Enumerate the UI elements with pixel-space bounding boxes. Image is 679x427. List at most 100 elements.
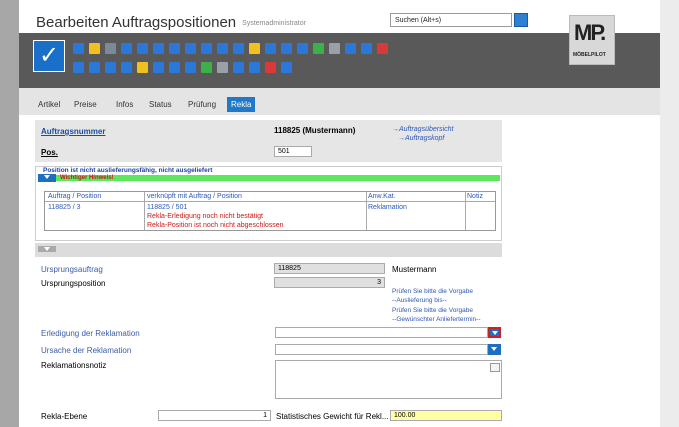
- search-input[interactable]: Suchen (Alt+s): [390, 13, 512, 27]
- gewicht-field[interactable]: 100.00: [390, 410, 502, 421]
- section-header: [35, 243, 502, 257]
- group-icon[interactable]: [249, 43, 260, 54]
- link-auftragskopf[interactable]: →Auftragskopf: [398, 135, 444, 142]
- ursache-dropdown-button[interactable]: [488, 344, 501, 355]
- tab-infos[interactable]: Infos: [112, 97, 137, 112]
- right-scroll-strip[interactable]: [660, 0, 679, 427]
- chevron-down-icon: [492, 331, 498, 335]
- pruefen-hint-2: Prüfen Sie bitte die Vorgabe: [392, 307, 473, 314]
- pen-icon[interactable]: [121, 62, 132, 73]
- table-divider: [465, 192, 466, 230]
- gewicht-label: Statistisches Gewicht für Rekl...: [276, 412, 389, 421]
- pos-field[interactable]: 501: [274, 146, 312, 157]
- ursprungsauftrag-label: Ursprungsauftrag: [41, 265, 103, 274]
- doc-yellow-icon[interactable]: [89, 43, 100, 54]
- table-row-verknuepft[interactable]: 118825 / 501: [147, 204, 187, 211]
- hint-label: Wichtiger Hinweis!: [60, 175, 114, 181]
- note-icon[interactable]: [490, 363, 500, 372]
- table-icon[interactable]: [281, 62, 292, 73]
- globe-icon[interactable]: [217, 62, 228, 73]
- col-verknuepft: verknüpft mit Auftrag / Position: [147, 193, 242, 200]
- erledigung-select[interactable]: [275, 327, 488, 338]
- doc-new-icon[interactable]: [73, 43, 84, 54]
- truck-icon[interactable]: [73, 62, 84, 73]
- logo-subtext: MÖBELPILOT: [573, 52, 606, 58]
- anliefertermin-hint: --Gewünschter Anliefertermin--: [392, 316, 481, 323]
- left-sidebar-strip: [0, 0, 19, 427]
- print-icon[interactable]: [169, 43, 180, 54]
- tab-preise[interactable]: Preise: [70, 97, 101, 112]
- col-auftrag-position: Auftrag / Position: [48, 193, 102, 200]
- tab-rekla[interactable]: Rekla: [227, 97, 256, 112]
- trash-icon[interactable]: [105, 43, 116, 54]
- erledigung-dropdown-button[interactable]: [488, 327, 501, 338]
- notiz-textarea[interactable]: [275, 360, 502, 399]
- truck2-icon[interactable]: [105, 62, 116, 73]
- ursprungsauftrag-field[interactable]: 118825: [274, 263, 385, 274]
- prev-icon[interactable]: [201, 43, 212, 54]
- ursprungsauftrag-name: Mustermann: [392, 265, 437, 274]
- table-row-kat: Reklamation: [368, 204, 407, 211]
- ursache-select[interactable]: [275, 344, 488, 355]
- table-row-auftrag[interactable]: 118825 / 3: [48, 204, 81, 211]
- pos-label: Pos.: [41, 148, 58, 157]
- doc-gray-icon[interactable]: [329, 43, 340, 54]
- back-arrow-icon[interactable]: [137, 43, 148, 54]
- v-icon[interactable]: [249, 62, 260, 73]
- search-button[interactable]: [514, 13, 528, 27]
- last-icon[interactable]: [233, 43, 244, 54]
- table-divider: [366, 192, 367, 230]
- tab-artikel[interactable]: Artikel: [34, 97, 64, 112]
- doc-blue-icon[interactable]: [361, 43, 372, 54]
- save-check-button[interactable]: ✓: [33, 40, 65, 72]
- rekla-ebene-field[interactable]: 1: [158, 410, 271, 421]
- notiz-label: Reklamationsnotiz: [41, 361, 107, 370]
- erledigung-label: Erledigung der Reklamation: [41, 329, 140, 338]
- settings-icon[interactable]: [281, 43, 292, 54]
- auftragsnummer-value: 118825 (Mustermann): [274, 126, 356, 135]
- first-icon[interactable]: [185, 43, 196, 54]
- logo: MP. MÖBELPILOT: [569, 15, 615, 65]
- hint-collapse-button[interactable]: [38, 174, 56, 182]
- pruefen-hint-1: Prüfen Sie bitte die Vorgabe: [392, 288, 473, 295]
- user-name: Systemadministrator: [242, 19, 306, 27]
- next-icon[interactable]: [217, 43, 228, 54]
- chevron-down-icon: [491, 347, 497, 351]
- doc-check-icon[interactable]: [137, 62, 148, 73]
- auslieferung-hint: --Auslieferung bis--: [392, 297, 447, 304]
- auftragsnummer-label[interactable]: Auftragsnummer: [41, 127, 105, 136]
- printer-icon[interactable]: [233, 62, 244, 73]
- doc-person-icon[interactable]: [169, 62, 180, 73]
- user-icon[interactable]: [265, 43, 276, 54]
- doc-multi-icon[interactable]: [345, 43, 356, 54]
- status-text: Position ist nicht auslieferungsfähig, n…: [43, 167, 213, 174]
- table-divider: [144, 192, 145, 230]
- doc-check2-icon[interactable]: [153, 62, 164, 73]
- doc-lines-icon[interactable]: [265, 62, 276, 73]
- page-title: Bearbeiten Auftragspositionen Systemadmin…: [36, 14, 306, 31]
- flag-icon[interactable]: [201, 62, 212, 73]
- search-icon[interactable]: [153, 43, 164, 54]
- ursache-label: Ursache der Reklamation: [41, 346, 132, 355]
- ursprungsposition-field[interactable]: 3: [274, 277, 385, 288]
- red-doc-icon[interactable]: [89, 62, 100, 73]
- doc-red-icon[interactable]: [377, 43, 388, 54]
- table-row-msg1: Rekla-Erledigung noch nicht bestätigt: [147, 213, 263, 220]
- logo-mark: MP.: [574, 20, 606, 45]
- col-notiz: Notiz: [467, 193, 483, 200]
- doc-search-icon[interactable]: [185, 62, 196, 73]
- cart-icon[interactable]: [297, 43, 308, 54]
- rekla-ebene-label: Rekla-Ebene: [41, 412, 88, 421]
- col-anw-kat: Anw.Kat.: [368, 193, 396, 200]
- chevron-down-icon: [44, 175, 50, 179]
- table-row-msg2: Rekla-Position ist noch nicht abgeschlos…: [147, 222, 284, 229]
- doc-green-icon[interactable]: [313, 43, 324, 54]
- section-collapse-button[interactable]: [38, 246, 56, 252]
- help-icon[interactable]: [121, 43, 132, 54]
- tab-status[interactable]: Status: [145, 97, 176, 112]
- tab-pruefung[interactable]: Prüfung: [184, 97, 220, 112]
- table-divider: [45, 201, 495, 202]
- ursprungsposition-label: Ursprungsposition: [41, 279, 106, 288]
- toolbar: [19, 33, 660, 88]
- link-auftragsuebersicht[interactable]: →Auftragsübersicht: [392, 126, 453, 133]
